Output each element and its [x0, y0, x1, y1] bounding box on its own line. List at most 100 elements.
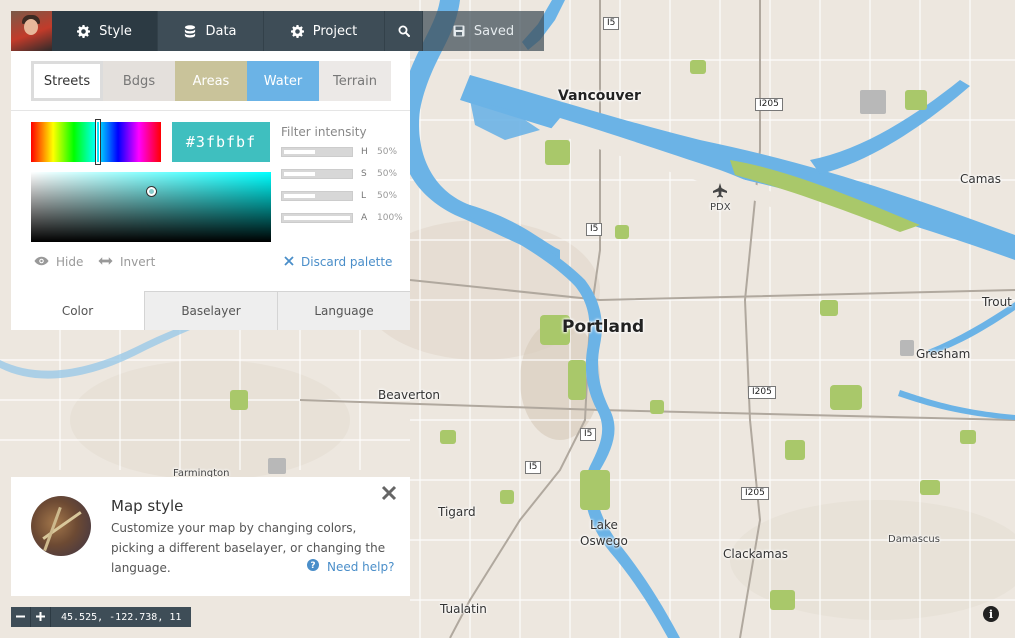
slider-fill — [284, 172, 315, 176]
slider-fill — [284, 150, 315, 154]
saved-status[interactable]: Saved — [423, 11, 544, 51]
highway-shield: I5 — [586, 223, 603, 236]
city-label-clackamas: Clackamas — [723, 547, 789, 561]
divider — [11, 110, 410, 111]
question-circle-icon: ? — [307, 559, 319, 574]
filter-row-alpha: A 100% — [281, 211, 403, 225]
filter-value: 50% — [377, 147, 398, 157]
discard-palette-label: Discard palette — [301, 255, 393, 269]
city-label-portland: Portland — [562, 317, 645, 337]
city-label-oswego: Oswego — [580, 534, 628, 548]
discard-palette-button[interactable]: Discard palette — [284, 255, 392, 269]
filter-slider-lightness[interactable] — [281, 191, 353, 201]
layer-tabs: Streets Bdgs Areas Water Terrain — [31, 61, 391, 101]
filter-slider-alpha[interactable] — [281, 213, 353, 223]
minus-icon — [16, 609, 25, 625]
tab-language[interactable]: Language — [277, 291, 410, 330]
close-icon — [284, 255, 294, 269]
search-button[interactable] — [385, 11, 423, 51]
zoom-controls: 45.525, -122.738, 11 — [11, 607, 192, 627]
invert-label: Invert — [120, 255, 156, 269]
highway-shield: I5 — [580, 428, 597, 441]
filter-row-lightness: L 50% — [281, 189, 403, 203]
zoom-out-button[interactable] — [11, 607, 31, 627]
tab-color[interactable]: Color — [11, 291, 144, 330]
filter-key: L — [361, 191, 367, 201]
tab-project[interactable]: Project — [264, 11, 385, 51]
city-label-lake: Lake — [590, 518, 618, 532]
arrows-horizontal-icon — [98, 255, 113, 269]
map-style-thumbnail — [31, 496, 91, 556]
top-toolbar: Style Data Project Saved — [11, 11, 544, 51]
info-icon: i — [988, 607, 994, 621]
zoom-in-button[interactable] — [31, 607, 51, 627]
style-panel: Streets Bdgs Areas Water Terrain #3fbfbf… — [11, 51, 410, 330]
highway-shield: I205 — [748, 386, 776, 399]
filter-value: 100% — [377, 213, 403, 223]
filter-value: 50% — [377, 169, 398, 179]
filter-row-hue: H 50% — [281, 145, 403, 159]
search-icon — [398, 25, 410, 37]
layer-tab-buildings[interactable]: Bdgs — [103, 61, 175, 101]
need-help-label: Need help? — [327, 559, 395, 574]
info-button[interactable]: i — [983, 606, 999, 622]
saved-label: Saved — [473, 23, 515, 39]
filter-slider-saturation[interactable] — [281, 169, 353, 179]
database-icon — [184, 24, 196, 38]
eye-icon — [34, 255, 49, 269]
airport-label-pdx: PDX — [710, 202, 731, 213]
gear-icon — [77, 24, 91, 38]
tab-baselayer[interactable]: Baselayer — [144, 291, 277, 330]
hue-slider[interactable] — [31, 120, 161, 164]
filter-value: 50% — [377, 191, 398, 201]
highway-shield: I5 — [603, 17, 620, 30]
city-label-tigard: Tigard — [438, 505, 476, 519]
close-card-button[interactable] — [381, 485, 401, 505]
layer-tab-areas[interactable]: Areas — [175, 61, 247, 101]
filter-key: A — [361, 213, 368, 223]
tab-data-label: Data — [205, 23, 237, 39]
highway-shield: I205 — [755, 98, 783, 111]
slider-fill — [284, 194, 315, 198]
gear-icon — [290, 24, 304, 38]
hide-button[interactable]: Hide — [34, 255, 83, 269]
invert-button[interactable]: Invert — [98, 255, 155, 269]
save-icon — [453, 25, 465, 37]
map-coordinates: 45.525, -122.738, 11 — [61, 611, 182, 623]
filter-key: H — [361, 147, 368, 157]
filter-intensity-title: Filter intensity — [281, 125, 367, 139]
city-label-vancouver: Vancouver — [558, 88, 641, 104]
saturation-lightness-picker[interactable] — [31, 172, 271, 242]
slider-fill — [284, 216, 350, 220]
tab-style[interactable]: Style — [52, 11, 158, 51]
color-hex-input[interactable]: #3fbfbf — [172, 122, 270, 162]
layer-tab-streets[interactable]: Streets — [31, 61, 103, 101]
city-label-damascus: Damascus — [888, 534, 940, 545]
highway-shield: I5 — [525, 461, 542, 474]
layer-tab-terrain[interactable]: Terrain — [319, 61, 391, 101]
layer-tab-water[interactable]: Water — [247, 61, 319, 101]
tab-project-label: Project — [312, 23, 358, 39]
hide-label: Hide — [56, 255, 84, 269]
city-label-troutdale: Trout — [982, 295, 1012, 309]
plus-icon — [36, 609, 45, 625]
hue-slider-handle[interactable] — [96, 120, 100, 164]
svg-text:?: ? — [310, 561, 315, 571]
color-picker-handle[interactable] — [147, 187, 156, 196]
map-style-help-card: Map style Customize your map by changing… — [11, 477, 410, 596]
city-label-gresham: Gresham — [916, 347, 971, 361]
filter-key: S — [361, 169, 367, 179]
city-label-tualatin: Tualatin — [440, 602, 487, 616]
city-label-beaverton: Beaverton — [378, 388, 441, 402]
panel-bottom-tabs: Color Baselayer Language — [11, 291, 410, 330]
filter-slider-hue[interactable] — [281, 147, 353, 157]
tab-data[interactable]: Data — [158, 11, 264, 51]
highway-shield: I205 — [741, 487, 769, 500]
close-icon — [381, 485, 397, 505]
avatar[interactable] — [11, 11, 52, 51]
filter-row-saturation: S 50% — [281, 167, 403, 181]
card-title: Map style — [111, 497, 184, 515]
need-help-link[interactable]: ? Need help? — [307, 559, 394, 574]
city-label-camas: Camas — [960, 172, 1002, 186]
avatar-face — [24, 19, 38, 35]
